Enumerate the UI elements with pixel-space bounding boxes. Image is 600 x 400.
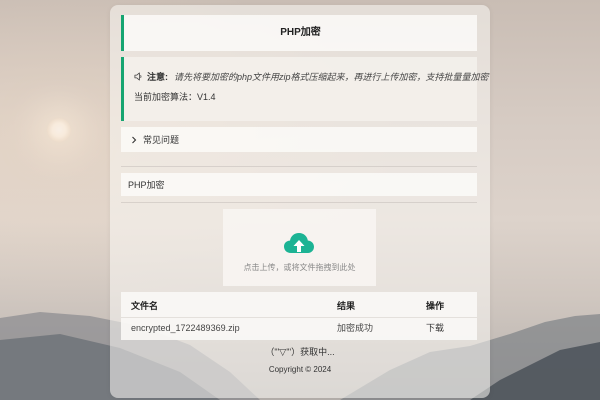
column-header-action: 操作 <box>426 300 445 311</box>
section-label: PHP加密 <box>128 180 165 190</box>
upload-dropzone[interactable]: 点击上传，或将文件拖拽到此处 <box>223 209 376 286</box>
divider <box>121 166 477 167</box>
column-header-filename: 文件名 <box>131 300 159 311</box>
title-panel: PHP加密 <box>121 15 477 51</box>
chevron-right-icon <box>132 136 137 143</box>
results-table: 文件名 结果 操作 encrypted_1722489369.zip 加密成功 … <box>121 292 477 340</box>
algorithm-version: 当前加密算法：V1.4 <box>134 92 216 102</box>
notice-panel: 注意: 请先将要加密的php文件用zip格式压缩起来，再进行上传加密，支持批量量… <box>121 57 489 121</box>
notice-line: 注意: 请先将要加密的php文件用zip格式压缩起来，再进行上传加密，支持批量量… <box>134 69 489 83</box>
cloud-upload-icon <box>284 233 314 253</box>
notice-text: 请先将要加密的php文件用zip格式压缩起来，再进行上传加密，支持批量量加密 <box>174 71 489 82</box>
result-cell: 加密成功 <box>337 323 374 333</box>
column-header-result: 结果 <box>337 300 356 311</box>
filename-cell: encrypted_1722489369.zip <box>131 322 240 333</box>
faq-label: 常见问题 <box>143 135 180 145</box>
table-header-row: 文件名 结果 操作 <box>121 295 477 315</box>
table-row: encrypted_1722489369.zip 加密成功 下载 <box>121 317 477 337</box>
download-link[interactable]: 下载 <box>426 321 444 334</box>
speaker-icon <box>134 71 142 81</box>
section-header: PHP加密 <box>121 173 477 196</box>
main-card: PHP加密 注意: 请先将要加密的php文件用zip格式压缩起来，再进行上传加密… <box>110 5 490 398</box>
upload-hint: 点击上传，或将文件拖拽到此处 <box>243 263 356 272</box>
divider <box>121 202 477 203</box>
loading-status: （"'▽'"）获取中... <box>265 347 335 357</box>
copyright: Copyright © 2024 <box>268 365 332 374</box>
page-title: PHP加密 <box>280 27 321 38</box>
notice-label: 注意: <box>147 71 168 82</box>
faq-toggle[interactable]: 常见问题 <box>121 127 477 152</box>
